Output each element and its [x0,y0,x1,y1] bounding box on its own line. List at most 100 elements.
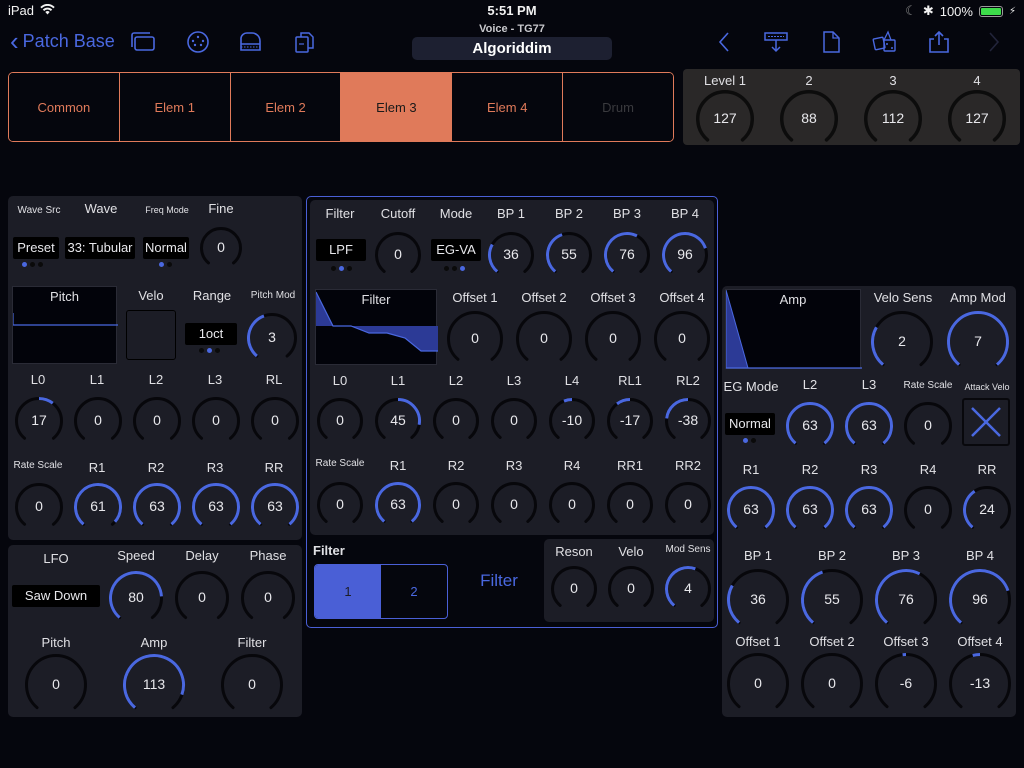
filter-reson-knob[interactable]: 0 [550,565,598,613]
amp-r1-knob[interactable]: 63 [726,485,776,535]
velo-toggle[interactable] [126,310,176,360]
lfo-filter-depth-knob[interactable]: 0 [220,653,284,717]
pitch-mod-knob[interactable]: 3 [246,312,298,364]
patch-name[interactable]: Algoriddim [412,37,612,60]
tab-elem-1[interactable]: Elem 1 [119,73,231,141]
amp-r2-knob[interactable]: 63 [785,485,835,535]
lfo-delay-knob[interactable]: 0 [174,570,230,626]
pitch-eg-l0-knob[interactable]: 17 [14,396,64,446]
filter-1-option[interactable]: 1 [315,565,381,618]
documents-icon[interactable] [292,30,318,54]
level-4-knob[interactable]: 127 [947,89,1007,149]
tab-common[interactable]: Common [9,73,120,141]
amp-bp-4-knob[interactable]: 96 [948,568,1012,632]
filter-bp-1-knob[interactable]: 36 [487,231,535,279]
lfo-wave-select[interactable]: Saw Down [12,585,100,607]
cutoff-knob[interactable]: 0 [374,231,422,279]
share-icon[interactable] [926,30,952,54]
filter-eg-rl2-knob[interactable]: -38 [664,397,712,445]
lfo-phase-knob[interactable]: 0 [240,570,296,626]
amp-bp-3-knob[interactable]: 76 [874,568,938,632]
amp-l2-knob[interactable]: 63 [785,401,835,451]
filter-eg-rr2-knob[interactable]: 0 [664,481,712,529]
filter-eg-rate-scale-knob[interactable]: 0 [316,481,364,529]
tab-elem-2[interactable]: Elem 2 [230,73,342,141]
filter-mod-sens-knob[interactable]: 4 [664,565,712,613]
amp-rr-knob[interactable]: 24 [962,485,1012,535]
filter-mode-select[interactable]: EG-VA [431,239,481,261]
level-1-knob[interactable]: 127 [695,89,755,149]
piano-icon[interactable] [238,30,264,54]
attack-velo-toggle[interactable] [962,398,1010,446]
amp-offset-3-knob[interactable]: -6 [874,652,938,716]
filter-eg-l0-knob[interactable]: 0 [316,397,364,445]
pitch-eg-l3-knob[interactable]: 0 [191,396,241,446]
filter-eg-l2-knob[interactable]: 0 [432,397,480,445]
pitch-eg-r2-knob[interactable]: 63 [132,482,182,532]
knob-value: 0 [510,496,518,512]
amp-l3-knob[interactable]: 63 [844,401,894,451]
amp-offset-2-knob[interactable]: 0 [800,652,864,716]
filter-bp-2-knob[interactable]: 55 [545,231,593,279]
pitch-eg-rr-knob[interactable]: 63 [250,482,300,532]
wave-select[interactable]: 33: Tubular [65,237,135,259]
filter-eg-rate-label: R3 [505,458,523,473]
eg-mode-select[interactable]: Normal [725,413,775,435]
filter-eg-l3-knob[interactable]: 0 [490,397,538,445]
filter-eg-rr1-knob[interactable]: 0 [606,481,654,529]
knob-value: 63 [390,496,406,512]
amp-offset-1-knob[interactable]: 0 [726,652,790,716]
midi-port-icon[interactable] [185,30,211,54]
level-2-knob[interactable]: 88 [779,89,839,149]
filter-velo-knob[interactable]: 0 [607,565,655,613]
filter-eg-l4-knob[interactable]: -10 [548,397,596,445]
wave-src-select[interactable]: Preset [13,237,59,259]
amp-r3-knob[interactable]: 63 [844,485,894,535]
filter-eg-r1-knob[interactable]: 63 [374,481,422,529]
velo-sens-knob[interactable]: 2 [870,310,934,374]
amp-offset-4-knob[interactable]: -13 [948,652,1012,716]
filter-bp-4-knob[interactable]: 96 [661,231,709,279]
page-dot [207,348,212,353]
windows-icon[interactable] [130,30,156,54]
pitch-eg-l2-knob[interactable]: 0 [132,396,182,446]
new-document-icon[interactable] [818,30,844,54]
back-chevron-icon[interactable] [712,30,738,54]
filter-eg-r4-knob[interactable]: 0 [548,481,596,529]
lfo-speed-knob[interactable]: 80 [108,570,164,626]
filter-eg-l1-knob[interactable]: 45 [374,397,422,445]
amp-bp-1-knob[interactable]: 36 [726,568,790,632]
knob-value: 36 [503,246,519,262]
filter-eg-r3-knob[interactable]: 0 [490,481,538,529]
knob-value: 76 [898,591,914,607]
filter-eg-r2-knob[interactable]: 0 [432,481,480,529]
fine-knob[interactable]: 0 [199,226,243,270]
filter-offset-2-knob[interactable]: 0 [515,310,573,368]
pitch-eg-r1-knob[interactable]: 61 [73,482,123,532]
amp-mod-knob[interactable]: 7 [946,310,1010,374]
amp-r4-knob[interactable]: 0 [903,485,953,535]
freq-mode-select[interactable]: Normal [143,237,189,259]
filter-offset-3-knob[interactable]: 0 [584,310,642,368]
amp-bp-2-knob[interactable]: 55 [800,568,864,632]
filter-type-select[interactable]: LPF [316,239,366,261]
randomize-dice-icon[interactable] [872,30,898,54]
tab-elem-4[interactable]: Elem 4 [452,73,564,141]
back-button[interactable]: ‹ Patch Base [10,28,115,54]
filter-2-option[interactable]: 2 [381,565,447,618]
pitch-eg-l1-knob[interactable]: 0 [73,396,123,446]
lfo-amp-depth-knob[interactable]: 113 [122,653,186,717]
pitch-eg-rl-knob[interactable]: 0 [250,396,300,446]
pitch-eg-r3-knob[interactable]: 63 [191,482,241,532]
send-to-synth-icon[interactable] [763,30,789,54]
tab-elem-3[interactable]: Elem 3 [341,73,453,141]
lfo-pitch-depth-knob[interactable]: 0 [24,653,88,717]
amp-rate-scale-knob[interactable]: 0 [903,401,953,451]
filter-bp-3-knob[interactable]: 76 [603,231,651,279]
filter-eg-rl1-knob[interactable]: -17 [606,397,654,445]
filter-offset-1-knob[interactable]: 0 [446,310,504,368]
range-select[interactable]: 1oct [185,323,237,345]
filter-offset-4-knob[interactable]: 0 [653,310,711,368]
pitch-eg-rate-scale-knob[interactable]: 0 [14,482,64,532]
level-3-knob[interactable]: 112 [863,89,923,149]
